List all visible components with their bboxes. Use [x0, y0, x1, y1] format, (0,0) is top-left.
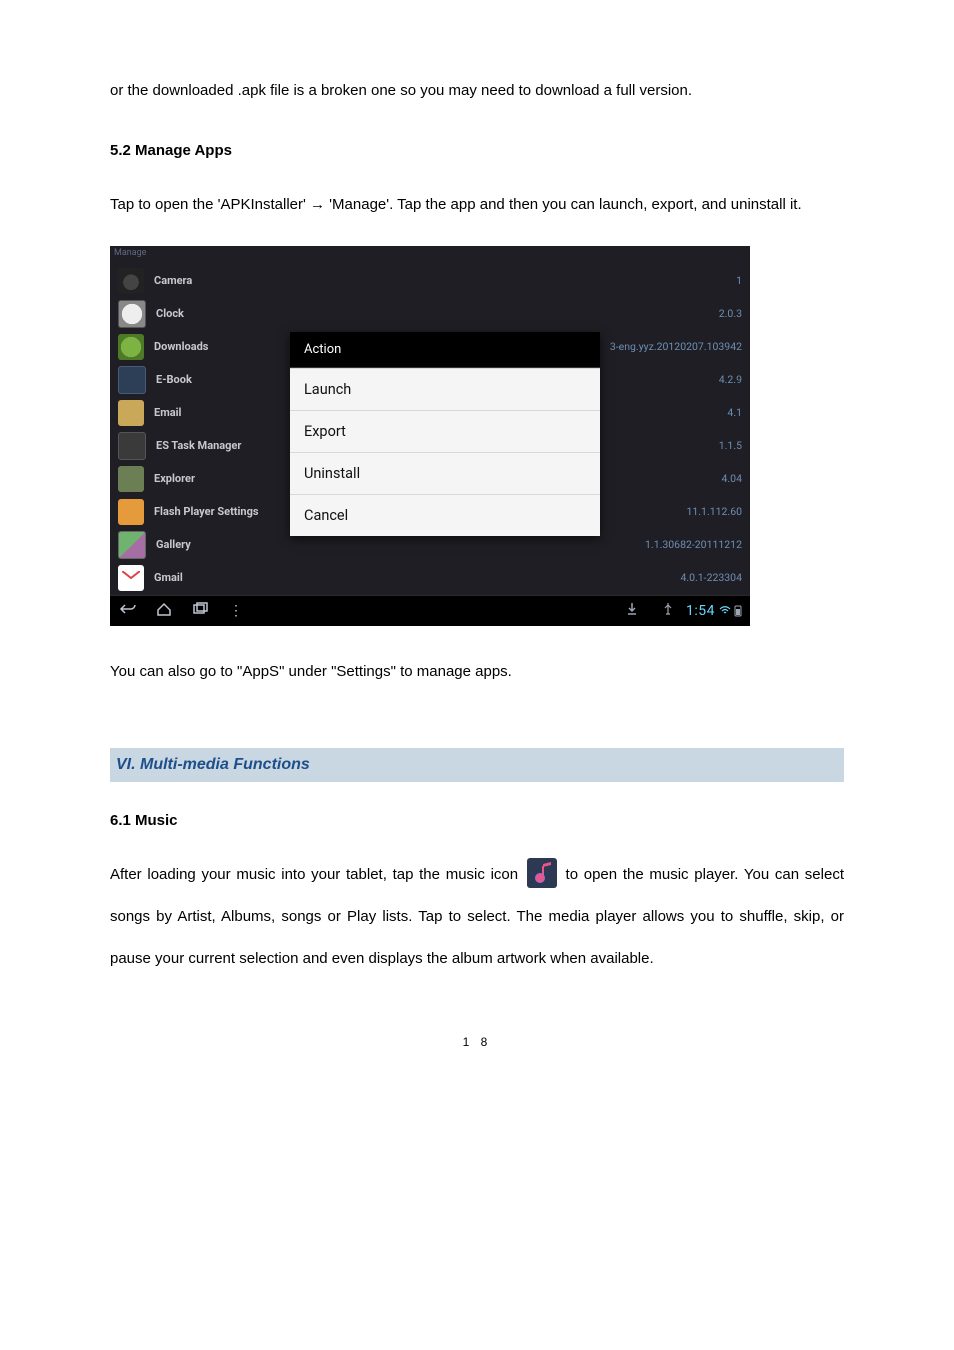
section-banner-vi: VI. Multi-media Functions — [110, 748, 844, 782]
app-version: 4.0.1-223304 — [680, 571, 742, 584]
apkinstaller-screenshot: Manage Camera 1 Clock 2.0.3 Downloads 3-… — [110, 246, 750, 626]
action-context-menu: Action Launch Export Uninstall Cancel — [290, 332, 600, 536]
gmail-icon — [118, 565, 144, 591]
music-icon — [527, 858, 557, 888]
clock-text: 1:54 — [686, 603, 715, 619]
app-row-clock[interactable]: Clock 2.0.3 — [110, 297, 750, 330]
ebook-icon — [118, 366, 146, 394]
explorer-icon — [118, 466, 144, 492]
more-icon[interactable]: ⋮ — [218, 603, 254, 619]
app-version: 3-eng.yyz.20120207.103942 — [610, 340, 742, 353]
app-version: 11.1.112.60 — [686, 505, 742, 518]
paragraph-apk-broken: or the downloaded .apk file is a broken … — [110, 70, 844, 112]
paragraph-music: After loading your music into your table… — [110, 854, 844, 980]
clock-icon — [118, 300, 146, 328]
paragraph-manage-apps: Tap to open the 'APKInstaller' → 'Manage… — [110, 184, 844, 226]
menu-item-export[interactable]: Export — [290, 410, 600, 452]
heading-5-2: 5.2 Manage Apps — [110, 142, 844, 159]
app-label: Gallery — [156, 538, 645, 551]
usb-icon[interactable] — [650, 602, 686, 620]
app-version: 1.1.5 — [719, 439, 742, 452]
email-icon — [118, 400, 144, 426]
android-navbar: ⋮ 1:54 — [110, 595, 750, 626]
home-icon[interactable] — [146, 602, 182, 620]
app-version: 4.04 — [722, 472, 742, 485]
download-notif-icon[interactable] — [614, 602, 650, 620]
menu-item-launch[interactable]: Launch — [290, 368, 600, 410]
menu-item-uninstall[interactable]: Uninstall — [290, 452, 600, 494]
menu-item-cancel[interactable]: Cancel — [290, 494, 600, 536]
app-version: 4.2.9 — [719, 373, 742, 386]
screenshot-title: Manage — [110, 246, 750, 260]
status-clock: 1:54 — [686, 603, 750, 619]
back-icon[interactable] — [110, 603, 146, 619]
heading-6-1: 6.1 Music — [110, 812, 844, 829]
gallery-icon — [118, 531, 146, 559]
page-number: 1 8 — [110, 1035, 844, 1049]
app-version: 4.1 — [727, 406, 742, 419]
recent-apps-icon[interactable] — [182, 602, 218, 620]
app-label: Camera — [154, 274, 736, 287]
action-menu-title: Action — [290, 332, 600, 368]
paragraph-go-to-apps: You can also go to "AppS" under "Setting… — [110, 651, 844, 693]
app-version: 1.1.30682-20111212 — [645, 538, 742, 551]
estask-icon — [118, 432, 146, 460]
app-version: 1 — [736, 274, 742, 287]
flash-icon — [118, 499, 144, 525]
app-row-gmail[interactable]: Gmail 4.0.1-223304 — [110, 561, 750, 594]
camera-icon — [118, 268, 144, 294]
music-text-a: After loading your music into your table… — [110, 866, 524, 883]
app-label: Clock — [156, 307, 719, 320]
app-label: Gmail — [154, 571, 680, 584]
app-version: 2.0.3 — [719, 307, 742, 320]
downloads-icon — [118, 334, 144, 360]
app-row-camera[interactable]: Camera 1 — [110, 264, 750, 297]
